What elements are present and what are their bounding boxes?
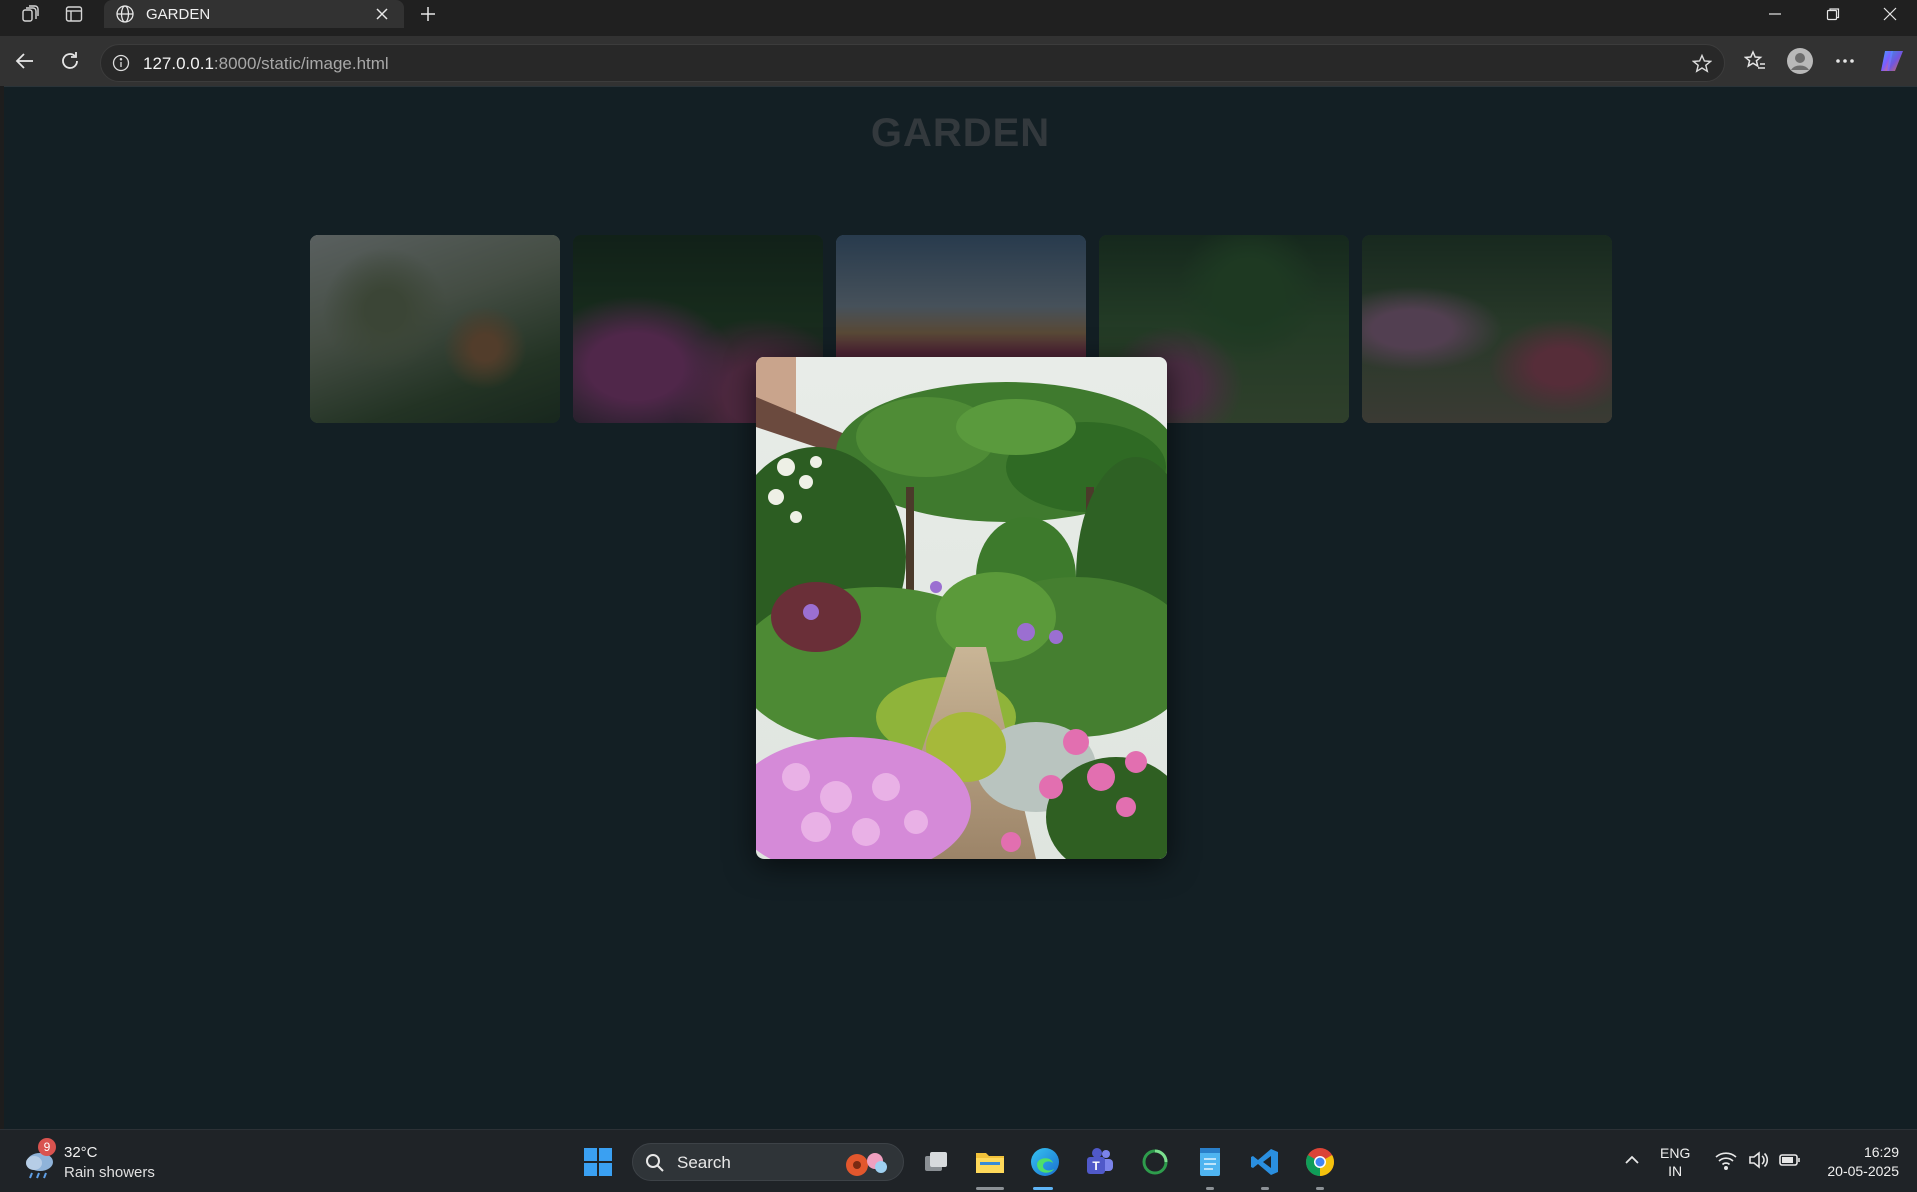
- loading-circle-app-icon[interactable]: [1135, 1142, 1175, 1182]
- minimize-button[interactable]: [1747, 0, 1803, 28]
- weather-temperature: 32°C: [64, 1144, 98, 1161]
- search-icon: [645, 1153, 665, 1173]
- page-title: GARDEN: [870, 111, 1051, 155]
- address-bar[interactable]: 127.0.0.1:8000/static/image.html: [100, 44, 1725, 82]
- add-favorite-star-icon[interactable]: [1690, 52, 1714, 76]
- battery-icon: [1779, 1154, 1800, 1166]
- workspaces-icon[interactable]: [10, 0, 50, 28]
- volume-icon: [1749, 1151, 1769, 1169]
- copilot-icon[interactable]: [1874, 44, 1908, 78]
- svg-text:T: T: [1092, 1159, 1100, 1173]
- site-info-icon[interactable]: [111, 53, 131, 73]
- clock-time: 16:29: [1863, 1144, 1899, 1160]
- more-options-icon[interactable]: [1828, 44, 1862, 78]
- notification-badge: 9: [38, 1138, 56, 1156]
- new-tab-button[interactable]: [410, 0, 446, 28]
- close-window-button[interactable]: [1862, 0, 1917, 28]
- weather-condition: Rain showers: [64, 1164, 155, 1181]
- title-bar: GARDEN: [0, 0, 1917, 36]
- restore-button[interactable]: [1805, 0, 1861, 28]
- taskbar-search-box[interactable]: Search: [632, 1143, 904, 1181]
- notepad-indicator: [1206, 1187, 1214, 1190]
- page-viewport: GARDEN: [4, 86, 1917, 1129]
- taskbar-clock[interactable]: 16:29 20-05-2025: [1827, 1143, 1899, 1181]
- edge-active-indicator: [1033, 1187, 1053, 1190]
- start-windows-icon[interactable]: [578, 1142, 618, 1182]
- vertical-tabs-icon[interactable]: [54, 0, 94, 28]
- back-button[interactable]: [8, 44, 42, 78]
- file-explorer-icon[interactable]: [970, 1142, 1010, 1182]
- lightbox-image[interactable]: [756, 357, 1167, 859]
- globe-icon: [114, 3, 136, 25]
- refresh-button[interactable]: [53, 44, 87, 78]
- favorites-button[interactable]: [1738, 44, 1772, 78]
- notepad-icon[interactable]: [1190, 1142, 1230, 1182]
- tab-title: GARDEN: [146, 5, 211, 23]
- teams-icon[interactable]: T: [1080, 1142, 1120, 1182]
- weather-widget[interactable]: 9 32°C Rain showers: [22, 1138, 172, 1184]
- input-language-indicator[interactable]: ENG IN: [1660, 1144, 1690, 1180]
- system-tray-quick-settings[interactable]: [1714, 1148, 1802, 1172]
- vscode-icon[interactable]: [1245, 1142, 1285, 1182]
- chrome-indicator: [1316, 1187, 1324, 1190]
- windows-taskbar: 9 32°C Rain showers Search T ENG IN 16:2…: [0, 1129, 1917, 1192]
- file-explorer-indicator: [976, 1187, 1004, 1190]
- profile-avatar[interactable]: [1783, 44, 1817, 78]
- url-text[interactable]: 127.0.0.1:8000/static/image.html: [143, 54, 389, 74]
- show-hidden-icons-chevron-up-icon[interactable]: [1620, 1148, 1644, 1172]
- search-highlight-flower-icon: [843, 1149, 889, 1177]
- gallery-thumbnail[interactable]: [310, 235, 560, 423]
- task-view-icon[interactable]: [916, 1142, 956, 1182]
- search-placeholder: Search: [677, 1153, 731, 1172]
- clock-date: 20-05-2025: [1827, 1163, 1899, 1179]
- wifi-icon: [1715, 1152, 1737, 1170]
- edge-browser-icon[interactable]: [1025, 1142, 1065, 1182]
- vscode-indicator: [1261, 1187, 1269, 1190]
- gallery-thumbnail[interactable]: [1362, 235, 1612, 423]
- browser-tab[interactable]: GARDEN: [104, 0, 404, 28]
- chrome-icon[interactable]: [1300, 1142, 1340, 1182]
- close-tab-icon[interactable]: [370, 2, 394, 26]
